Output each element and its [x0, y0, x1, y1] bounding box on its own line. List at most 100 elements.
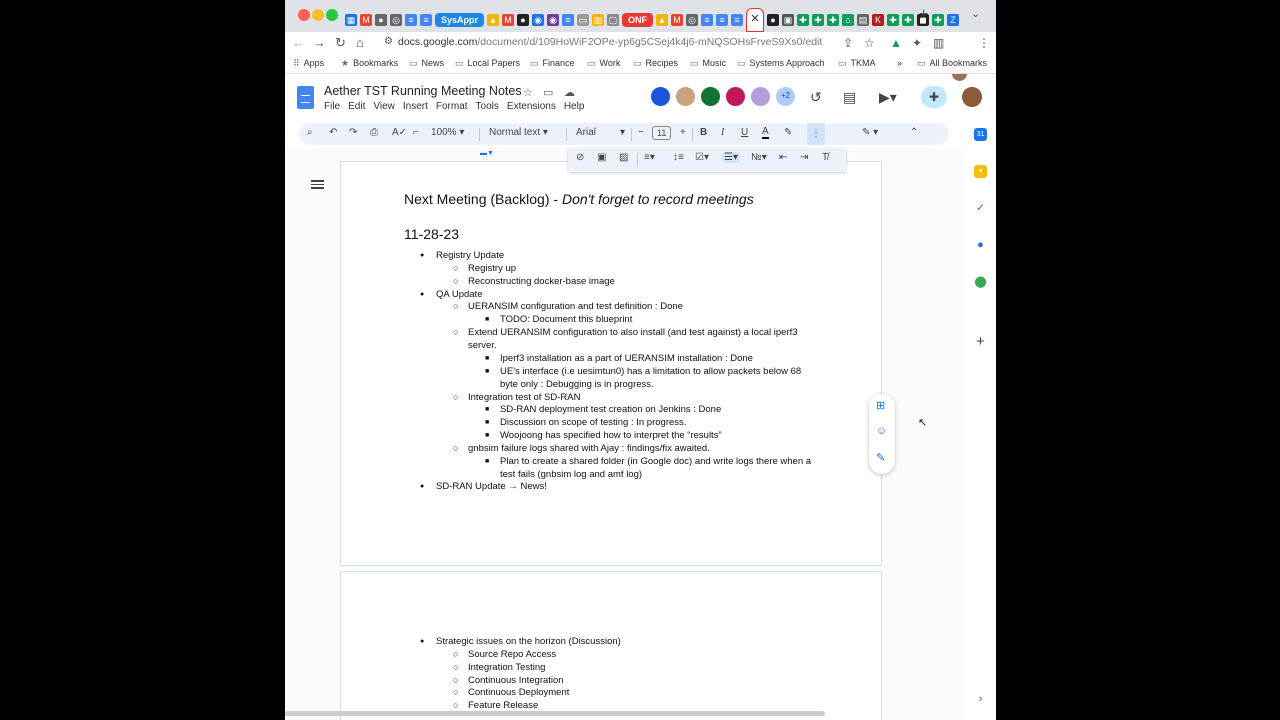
menu-edit[interactable]: Edit — [348, 101, 365, 112]
bulleted-list-icon[interactable]: ☰▾ — [722, 152, 740, 163]
checklist-icon[interactable]: ☑▾ — [695, 152, 709, 163]
collapse-toolbar-icon[interactable]: ⌃ — [910, 127, 918, 138]
tab-favicon[interactable]: ▦ — [345, 14, 357, 26]
search-icon[interactable]: ⌕ — [307, 127, 313, 138]
editing-mode-icon[interactable]: ✎ ▾ — [862, 127, 878, 138]
tab-favicon[interactable]: Z — [947, 14, 960, 26]
url-field[interactable]: docs.google.com/document/d/109HoWiF2OPe-… — [398, 36, 822, 48]
align-icon[interactable]: ≡▾ — [644, 152, 655, 163]
tab-favicon[interactable]: ● — [375, 14, 387, 26]
keep-icon[interactable]: • — [974, 165, 987, 178]
github-icon[interactable]: ● — [517, 14, 530, 26]
tab-favicon[interactable]: ▭ — [577, 14, 590, 26]
bookmark-finance[interactable]: ▭ Finance — [530, 58, 575, 69]
gmail-icon[interactable]: M — [671, 14, 684, 26]
gmail-icon[interactable]: M — [360, 14, 372, 26]
move-folder-icon[interactable]: ▭ — [543, 86, 553, 99]
active-tab-close-icon[interactable]: ✕ — [746, 8, 765, 32]
more-collaborators-badge[interactable]: +2 — [775, 86, 796, 107]
font-size-field[interactable]: 11 — [652, 126, 672, 140]
cloud-saved-icon[interactable]: ☁ — [564, 86, 575, 99]
tab-favicon[interactable]: ◎ — [686, 14, 699, 26]
bookmark-work[interactable]: ▭ Work — [587, 58, 620, 69]
suggest-edit-icon[interactable]: ✎ — [876, 451, 885, 464]
share-icon[interactable]: ⇪ — [843, 36, 853, 50]
drive-icon[interactable]: ▲ — [656, 14, 669, 26]
calendar-icon[interactable]: 31 — [974, 128, 987, 141]
tab-favicon[interactable]: ≡ — [562, 14, 575, 26]
menu-extensions[interactable]: Extensions — [507, 101, 556, 112]
bookmark-tkma[interactable]: ▭ TKMA — [838, 58, 876, 69]
gmail-icon[interactable]: M — [502, 14, 515, 26]
bookmark-bookmarks[interactable]: ★ Bookmarks — [341, 58, 398, 69]
italic-icon[interactable]: I — [721, 127, 724, 138]
reload-icon[interactable]: ↻ — [335, 35, 346, 51]
drive-icon[interactable]: ▲ — [487, 14, 500, 26]
menu-format[interactable]: Format — [436, 101, 468, 112]
redo-icon[interactable]: ↷ — [349, 127, 357, 138]
menu-help[interactable]: Help — [564, 101, 585, 112]
docs-logo-icon[interactable] — [297, 86, 314, 109]
decrease-indent-icon[interactable]: ⇤ — [779, 152, 787, 163]
spellcheck-icon[interactable]: A✓ — [392, 127, 407, 138]
extensions-icon[interactable]: ✦ — [912, 36, 922, 50]
tab-favicon[interactable]: ≡ — [405, 14, 417, 26]
zoom-select[interactable]: 100% ▾ — [431, 127, 464, 138]
bookmark-systems-approach[interactable]: ▭ Systems Approach — [737, 58, 825, 69]
account-avatar[interactable] — [961, 86, 983, 108]
back-icon[interactable]: ← — [292, 35, 305, 50]
sheets-icon[interactable]: ✚ — [932, 14, 945, 26]
get-addons-icon[interactable]: + — [974, 334, 987, 349]
sysappr-tab[interactable]: SysAppr — [435, 13, 485, 27]
numbered-list-icon[interactable]: №▾ — [751, 152, 767, 163]
menu-view[interactable]: View — [373, 101, 395, 112]
increase-font-size-icon[interactable]: + — [680, 127, 686, 138]
insert-link-icon[interactable]: ⊘ — [576, 152, 584, 163]
tab-favicon[interactable]: ≡ — [420, 14, 432, 26]
star-icon[interactable]: ☆ — [523, 86, 533, 99]
bookmark-news[interactable]: ▭ News — [409, 58, 444, 69]
sheets-icon[interactable]: ✚ — [902, 14, 915, 26]
tab-favicon[interactable]: ≡ — [716, 14, 729, 26]
browser-menu-icon[interactable]: ⋮ — [978, 36, 990, 50]
collaborator-avatar[interactable] — [675, 86, 696, 107]
meet-icon[interactable]: ▶▾ — [879, 89, 897, 106]
expand-panel-icon[interactable]: › — [974, 693, 987, 706]
bookmark-recipes[interactable]: ▭ Recipes — [633, 58, 678, 69]
comments-icon[interactable]: ▤ — [843, 89, 856, 106]
share-person-icon[interactable]: ✚ — [921, 86, 947, 108]
emoji-reaction-icon[interactable]: ☺ — [876, 425, 887, 437]
font-select-chevron-icon[interactable]: ▾ — [620, 127, 625, 138]
site-info-icon[interactable]: ⚙ — [384, 36, 393, 47]
chart-icon[interactable]: ▥ — [592, 14, 605, 26]
font-select[interactable]: Arial — [576, 127, 596, 138]
decrease-font-size-icon[interactable]: − — [638, 127, 644, 138]
side-panel-icon[interactable]: ▥ — [933, 36, 944, 50]
style-select[interactable]: Normal text ▾ — [489, 127, 548, 138]
add-comment-icon[interactable]: ▣ — [597, 152, 606, 163]
tab-favicon[interactable]: ◎ — [390, 14, 402, 26]
collaborator-avatar[interactable] — [700, 86, 721, 107]
menu-file[interactable]: File — [324, 101, 340, 112]
github-icon[interactable]: ● — [767, 14, 780, 26]
underline-icon[interactable]: U — [741, 127, 748, 138]
bookmark-apps[interactable]: ⠿ Apps — [293, 58, 324, 69]
tab-favicon[interactable]: ≡ — [701, 14, 714, 26]
menu-insert[interactable]: Insert — [403, 101, 428, 112]
tab-search-icon[interactable]: ⌄ — [971, 7, 980, 20]
tab-favicon[interactable]: ◉ — [532, 14, 545, 26]
bookmark-local-papers[interactable]: ▭ Local Papers — [455, 58, 520, 69]
document-title[interactable]: Aether TST Running Meeting Notes — [324, 84, 522, 98]
menu-tools[interactable]: Tools — [476, 101, 499, 112]
drive-extension-icon[interactable]: ▲ — [890, 36, 902, 50]
minimize-window-button[interactable] — [312, 9, 324, 21]
tab-favicon[interactable]: ▣ — [782, 14, 795, 26]
line-spacing-icon[interactable]: ↕≡ — [673, 152, 684, 163]
horizontal-scrollbar[interactable] — [285, 711, 825, 716]
sheets-icon[interactable]: ✚ — [812, 14, 825, 26]
maps-icon[interactable]: ⬤ — [974, 276, 987, 289]
onf-tab[interactable]: ONF — [622, 13, 654, 27]
sheets-icon[interactable]: ✚ — [887, 14, 900, 26]
bookmarks-overflow-icon[interactable]: » — [897, 58, 902, 68]
bookmark-music[interactable]: ▭ Music — [690, 58, 726, 69]
